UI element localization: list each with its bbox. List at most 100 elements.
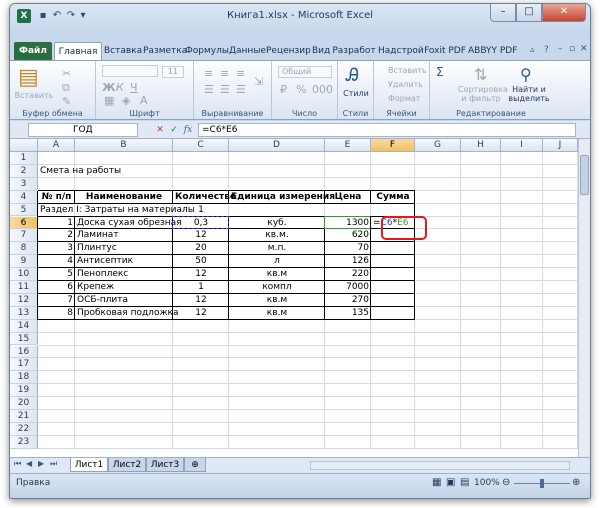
qat-customize-icon[interactable]: ▾ [77, 10, 89, 22]
row-header-8[interactable]: 8 [10, 242, 38, 256]
font-size-select[interactable]: 11 [162, 66, 184, 78]
column-header-a[interactable]: A [38, 139, 75, 152]
row-header-14[interactable]: 14 [10, 319, 38, 333]
tab-abbyy-pdf[interactable]: ABBYY PDF [468, 42, 517, 60]
tab-file[interactable]: Файл [14, 42, 52, 60]
excel-app-icon[interactable]: X [17, 9, 31, 23]
thousands-icon[interactable]: 000 [312, 83, 333, 96]
prev-sheet-icon[interactable]: ◀ [26, 459, 32, 468]
percent-icon[interactable]: % [296, 83, 306, 96]
styles-icon[interactable]: Ꭿ [346, 65, 359, 86]
find-select-button[interactable]: Найти и выделить [506, 85, 552, 103]
row-header-5[interactable]: 5 [10, 203, 38, 217]
new-sheet-icon[interactable]: ⊕ [184, 458, 206, 472]
format-painter-icon[interactable]: ✎ [62, 95, 71, 108]
formula-input[interactable]: =C6*E6 [198, 123, 576, 137]
row-header-18[interactable]: 18 [10, 371, 38, 385]
font-name-select[interactable] [102, 65, 158, 77]
tab-data[interactable]: Данные [229, 42, 266, 60]
cell-a2-title[interactable]: Смета на работы [38, 165, 229, 178]
undo-icon[interactable]: ↶ [51, 10, 63, 22]
row-header-17[interactable]: 17 [10, 358, 38, 372]
row-header-23[interactable]: 23 [10, 435, 38, 449]
sort-filter-icon[interactable]: ⇅ [474, 65, 487, 84]
row-header-7[interactable]: 7 [10, 229, 38, 243]
align-middle-icon[interactable]: ≡ [220, 67, 229, 80]
row-header-12[interactable]: 12 [10, 293, 38, 307]
row-header-6[interactable]: 6 [10, 216, 38, 230]
select-all-corner[interactable] [10, 139, 38, 152]
name-box[interactable]: ГОД [28, 123, 138, 137]
underline-icon[interactable]: Ч [130, 81, 138, 94]
bold-icon[interactable]: Ж [102, 81, 115, 94]
find-select-icon[interactable]: ⚲ [520, 65, 532, 84]
column-header-i[interactable]: I [501, 139, 543, 152]
font-color-icon[interactable]: A [140, 94, 148, 107]
row-header-2[interactable]: 2 [10, 164, 38, 178]
column-header-b[interactable]: B [75, 139, 173, 152]
sheet-tab-1[interactable]: Лист1 [70, 458, 108, 472]
align-right-icon[interactable]: ☰ [236, 83, 246, 96]
insert-function-icon[interactable]: fx [182, 124, 194, 136]
copy-icon[interactable]: ⧉ [62, 81, 70, 95]
delete-cells-button[interactable]: Удалить [388, 80, 423, 89]
row-header-10[interactable]: 10 [10, 268, 38, 281]
row-header-16[interactable]: 16 [10, 345, 38, 359]
column-header-g[interactable]: G [415, 139, 461, 152]
column-header-e[interactable]: E [325, 139, 371, 152]
row-header-21[interactable]: 21 [10, 410, 38, 423]
zoom-out-icon[interactable]: ⊖ [502, 477, 510, 488]
cancel-icon[interactable]: ✕ [154, 124, 166, 136]
sheet-tab-3[interactable]: Лист3 [146, 458, 184, 472]
tab-developer[interactable]: Разработ [332, 42, 376, 60]
zoom-slider-thumb[interactable] [540, 479, 544, 488]
workbook-close-icon[interactable]: ✕ [580, 44, 588, 54]
styles-button[interactable]: Стили [340, 89, 372, 98]
paste-icon[interactable]: ▤ [18, 65, 39, 90]
autosum-icon[interactable]: Σ [436, 65, 444, 79]
row-header-19[interactable]: 19 [10, 384, 38, 398]
worksheet-grid[interactable]: A B C D E F G H I J 1 2 3 4 5 6 7 8 9 10 11 12 13 14 15 16 17 18 19 2… [10, 139, 578, 457]
align-center-icon[interactable]: ☰ [220, 83, 230, 96]
wrap-text-icon[interactable]: ⇲ [254, 75, 263, 88]
row-header-15[interactable]: 15 [10, 332, 38, 346]
horizontal-scrollbar[interactable] [310, 461, 570, 470]
sheet-tab-2[interactable]: Лист2 [108, 458, 146, 472]
workbook-restore-icon[interactable]: ▫ [569, 44, 575, 54]
vertical-scrollbar[interactable] [578, 139, 590, 457]
row-header-22[interactable]: 22 [10, 422, 38, 436]
align-left-icon[interactable]: ☰ [204, 83, 214, 96]
row-header-1[interactable]: 1 [10, 152, 38, 165]
align-bottom-icon[interactable]: ≡ [236, 67, 245, 80]
currency-icon[interactable]: ₽ [280, 83, 287, 96]
tab-insert[interactable]: Вставка [104, 42, 142, 60]
workbook-minimize-icon[interactable]: – [558, 44, 563, 54]
column-header-j[interactable]: J [543, 139, 578, 152]
tab-page-layout[interactable]: Разметка [143, 42, 187, 60]
next-sheet-icon[interactable]: ▶ [38, 459, 44, 468]
save-icon[interactable]: ▪ [37, 10, 49, 22]
number-format-select[interactable]: Общий [278, 66, 332, 78]
borders-icon[interactable]: ▦ [104, 94, 114, 107]
vertical-scroll-thumb[interactable] [580, 155, 589, 195]
column-header-h[interactable]: H [461, 139, 501, 152]
cut-icon[interactable]: ✂ [62, 67, 71, 80]
first-sheet-icon[interactable]: ⏮ [14, 459, 21, 469]
row-header-3[interactable]: 3 [10, 177, 38, 191]
last-sheet-icon[interactable]: ⏭ [50, 459, 57, 469]
close-window-button[interactable]: ✕ [542, 4, 586, 22]
enter-icon[interactable]: ✓ [168, 124, 180, 136]
minimize-button[interactable]: – [490, 4, 516, 22]
italic-icon[interactable]: К [116, 81, 124, 94]
row-header-20[interactable]: 20 [10, 397, 38, 410]
insert-cells-button[interactable]: Вставить [388, 66, 427, 75]
redo-icon[interactable]: ↷ [65, 10, 77, 22]
align-top-icon[interactable]: ≡ [204, 67, 213, 80]
page-break-view-icon[interactable]: ▤ [460, 477, 469, 488]
format-cells-button[interactable]: Формат [388, 94, 420, 103]
tab-view[interactable]: Вид [312, 42, 330, 60]
sort-filter-button[interactable]: Сортировка и фильтр [458, 85, 508, 103]
maximize-button[interactable]: □ [516, 4, 542, 22]
tab-formulas[interactable]: Формулы [185, 42, 229, 60]
row-header-13[interactable]: 13 [10, 306, 38, 320]
